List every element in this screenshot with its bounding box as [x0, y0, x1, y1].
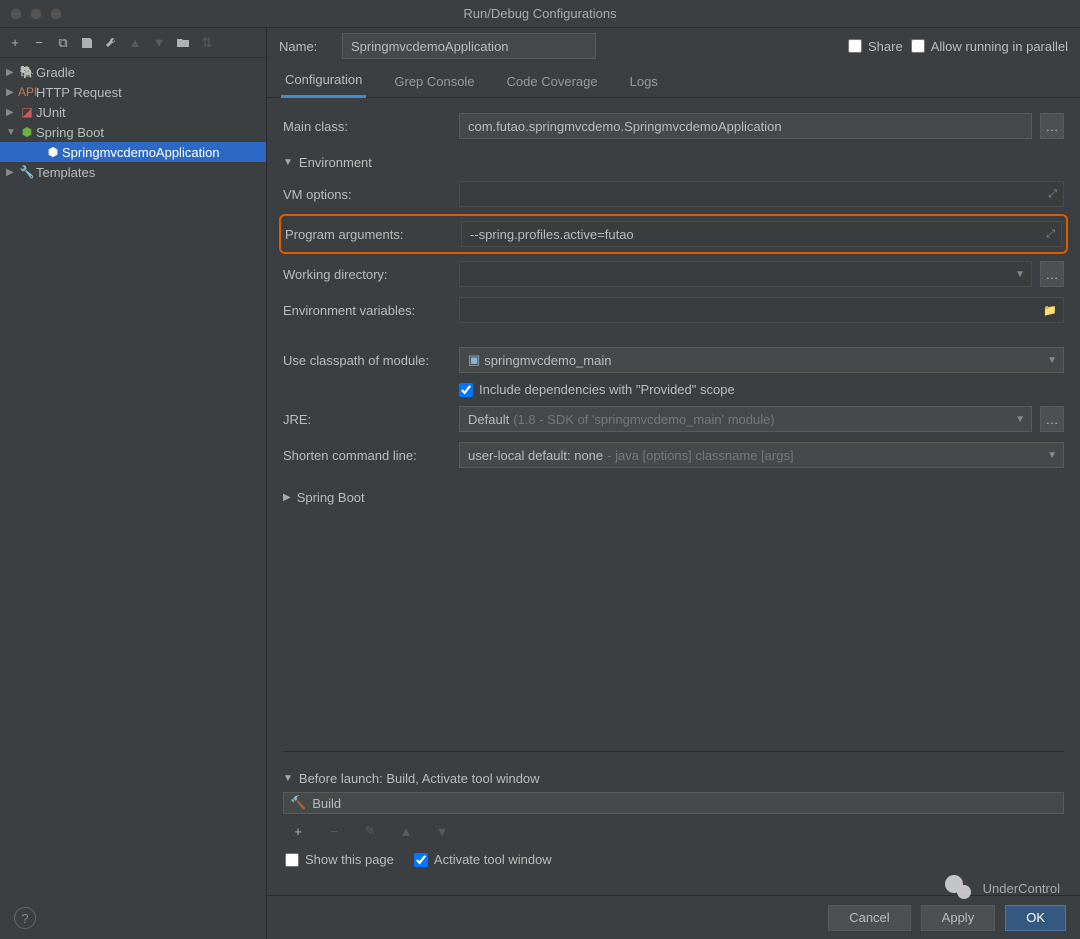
vm-options-input[interactable]: ⤢: [459, 181, 1064, 207]
tab-code-coverage[interactable]: Code Coverage: [503, 66, 602, 97]
allow-parallel-checkbox[interactable]: Allow running in parallel: [911, 39, 1068, 54]
main-class-browse[interactable]: …: [1040, 113, 1064, 139]
title-bar: Run/Debug Configurations: [0, 0, 1080, 28]
chevron-down-icon[interactable]: ▼: [1015, 269, 1025, 280]
share-checkbox[interactable]: Share: [848, 39, 903, 54]
tab-logs[interactable]: Logs: [626, 66, 662, 97]
jre-label: JRE:: [283, 412, 451, 427]
remove-icon[interactable]: −: [28, 32, 50, 54]
before-launch-header[interactable]: ▼Before launch: Build, Activate tool win…: [283, 764, 1064, 792]
add-icon[interactable]: +: [287, 820, 309, 842]
tree-item-http[interactable]: ▶API HTTP Request: [0, 82, 266, 102]
chevron-down-icon[interactable]: ▼: [1047, 355, 1057, 366]
zoom-dot[interactable]: [50, 8, 62, 20]
folder-move-icon[interactable]: [172, 32, 194, 54]
config-tree: ▶🐘 Gradle ▶API HTTP Request ▶◪ JUnit ▼⬢ …: [0, 58, 266, 939]
remove-icon: −: [323, 820, 345, 842]
up-icon: ▲: [124, 32, 146, 54]
show-this-page-checkbox[interactable]: Show this page: [285, 852, 394, 867]
ok-button[interactable]: OK: [1005, 905, 1066, 931]
classpath-select[interactable]: ▣ springmvcdemo_main ▼: [459, 347, 1064, 373]
close-dot[interactable]: [10, 8, 22, 20]
env-vars-label: Environment variables:: [283, 303, 451, 318]
before-launch-toolbar: + − ✎ ▲ ▼: [283, 814, 1064, 848]
wrench-icon[interactable]: [100, 32, 122, 54]
folder-icon[interactable]: 📁: [1043, 304, 1057, 317]
sidebar-toolbar: + − ⧉ ▲ ▼ ⇅: [0, 28, 266, 58]
working-dir-input[interactable]: ▼: [459, 261, 1032, 287]
expand-icon[interactable]: ⤢: [1048, 188, 1057, 201]
chevron-down-icon[interactable]: ▼: [1047, 450, 1057, 461]
help-button[interactable]: ?: [14, 907, 36, 929]
module-icon: ▣: [468, 352, 480, 368]
content-pane: Name: Share Allow running in parallel Co…: [267, 28, 1080, 939]
tree-item-templates[interactable]: ▶🔧 Templates: [0, 162, 266, 182]
tree-item-gradle[interactable]: ▶🐘 Gradle: [0, 62, 266, 82]
window-controls: [10, 8, 62, 20]
expand-icon[interactable]: ⤢: [1046, 228, 1055, 241]
activate-tool-window-checkbox[interactable]: Activate tool window: [414, 852, 552, 867]
down-icon: ▼: [431, 820, 453, 842]
tab-configuration[interactable]: Configuration: [281, 64, 366, 98]
dialog-footer: Cancel Apply OK: [267, 895, 1080, 939]
configuration-panel: Main class: com.futao.springmvcdemo.Spri…: [267, 98, 1080, 895]
program-args-label: Program arguments:: [285, 227, 453, 242]
window-title: Run/Debug Configurations: [463, 6, 616, 21]
working-dir-label: Working directory:: [283, 267, 451, 282]
working-dir-browse[interactable]: …: [1040, 261, 1064, 287]
include-provided-checkbox[interactable]: Include dependencies with "Provided" sco…: [459, 382, 735, 397]
minimize-dot[interactable]: [30, 8, 42, 20]
tree-label: HTTP Request: [36, 85, 122, 100]
name-row: Name: Share Allow running in parallel: [267, 28, 1080, 64]
apply-button[interactable]: Apply: [921, 905, 996, 931]
shorten-label: Shorten command line:: [283, 448, 451, 463]
tree-label: Spring Boot: [36, 125, 104, 140]
tree-label: JUnit: [36, 105, 66, 120]
chevron-down-icon[interactable]: ▼: [1015, 414, 1025, 425]
hammer-icon: 🔨: [290, 795, 306, 811]
tree-item-junit[interactable]: ▶◪ JUnit: [0, 102, 266, 122]
jre-select[interactable]: Default (1.8 - SDK of 'springmvcdemo_mai…: [459, 406, 1032, 432]
copy-icon[interactable]: ⧉: [52, 32, 74, 54]
shorten-select[interactable]: user-local default: none - java [options…: [459, 442, 1064, 468]
edit-icon: ✎: [359, 820, 381, 842]
before-launch-panel: ▼Before launch: Build, Activate tool win…: [283, 751, 1064, 871]
save-icon[interactable]: [76, 32, 98, 54]
tab-bar: Configuration Grep Console Code Coverage…: [267, 64, 1080, 98]
tree-item-springmvcdemo[interactable]: ⬢ SpringmvcdemoApplication: [0, 142, 266, 162]
spring-boot-section[interactable]: ▶Spring Boot: [283, 483, 1064, 511]
program-args-highlight: Program arguments: --spring.profiles.act…: [279, 214, 1068, 254]
add-icon[interactable]: +: [4, 32, 26, 54]
environment-section[interactable]: ▼Environment: [283, 148, 1064, 176]
program-args-input[interactable]: --spring.profiles.active=futao ⤢: [461, 221, 1062, 247]
up-icon: ▲: [395, 820, 417, 842]
sidebar: + − ⧉ ▲ ▼ ⇅ ▶🐘 Gradle ▶API HTTP Reque: [0, 28, 267, 939]
down-icon: ▼: [148, 32, 170, 54]
tree-item-spring-boot[interactable]: ▼⬢ Spring Boot: [0, 122, 266, 142]
name-label: Name:: [279, 39, 334, 54]
tab-grep-console[interactable]: Grep Console: [390, 66, 478, 97]
build-task-row[interactable]: 🔨 Build: [283, 792, 1064, 814]
main-class-input[interactable]: com.futao.springmvcdemo.SpringmvcdemoApp…: [459, 113, 1032, 139]
name-input[interactable]: [342, 33, 596, 59]
vm-options-label: VM options:: [283, 187, 451, 202]
jre-browse[interactable]: …: [1040, 406, 1064, 432]
classpath-label: Use classpath of module:: [283, 353, 451, 368]
cancel-button[interactable]: Cancel: [828, 905, 910, 931]
tree-label: SpringmvcdemoApplication: [62, 145, 220, 160]
main-class-label: Main class:: [283, 119, 451, 134]
env-vars-input[interactable]: 📁: [459, 297, 1064, 323]
tree-label: Gradle: [36, 65, 75, 80]
tree-label: Templates: [36, 165, 95, 180]
sort-icon: ⇅: [196, 32, 218, 54]
